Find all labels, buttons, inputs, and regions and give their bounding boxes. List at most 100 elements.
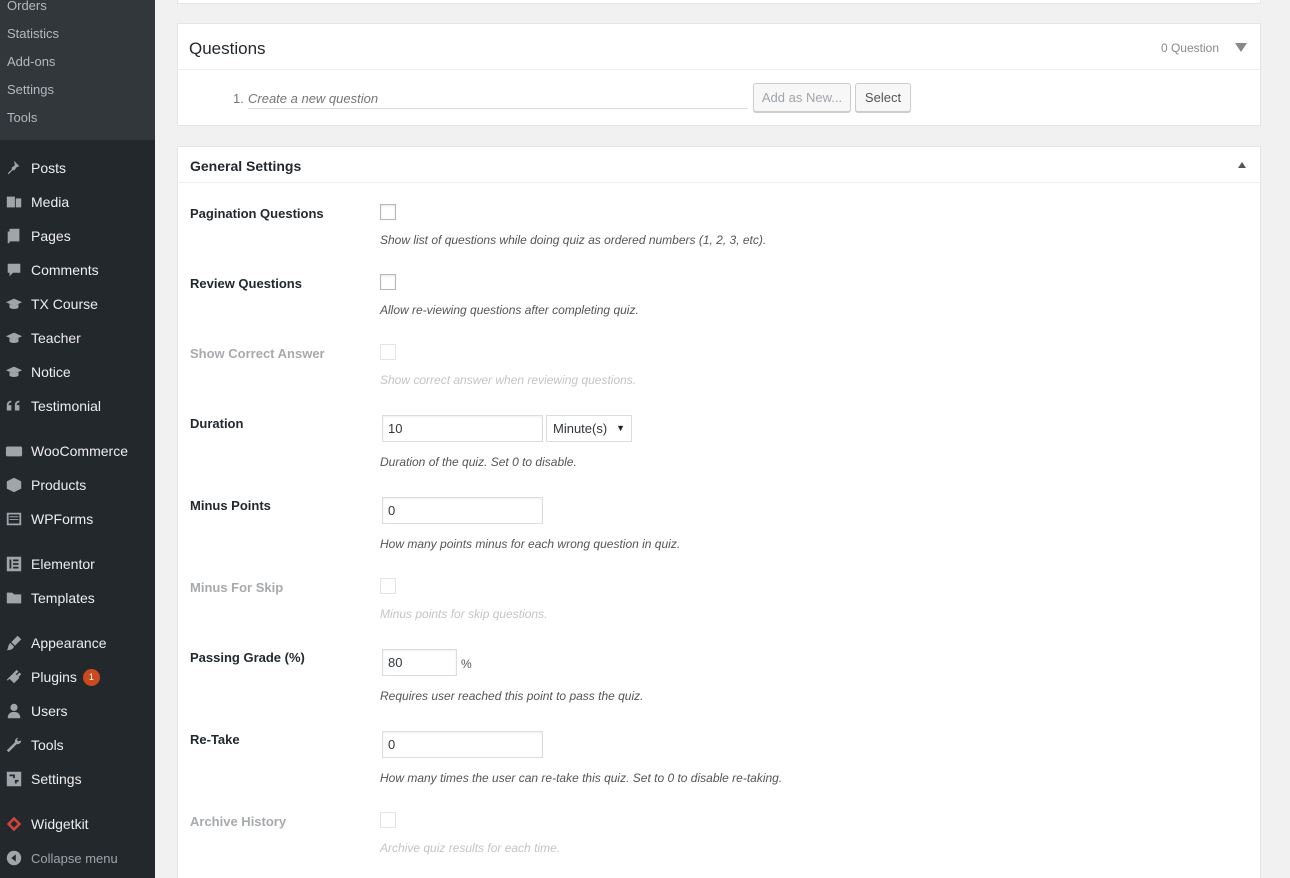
sidebar-item-label: Templates <box>31 590 95 606</box>
caret-up-icon[interactable] <box>1238 162 1246 168</box>
collapse-menu-button[interactable]: Collapse menu <box>0 841 155 875</box>
passing-grade-label: Passing Grade (%) <box>190 650 305 665</box>
questions-title: Questions <box>189 39 266 58</box>
minus-skip-description: Minus points for skip questions. <box>380 607 548 621</box>
review-label: Review Questions <box>190 276 302 291</box>
sidebar-item-tools[interactable]: Tools <box>0 728 155 762</box>
sidebar-item-label: Media <box>31 194 70 210</box>
caret-down-icon[interactable] <box>1235 43 1247 52</box>
dropdown-arrow-icon: ▼ <box>616 423 625 433</box>
pin-icon <box>4 158 24 178</box>
sidebar-item-widgetkit[interactable]: Widgetkit <box>0 807 155 841</box>
questions-header: Questions 0 Question <box>178 24 1260 70</box>
wrench-icon <box>4 735 24 755</box>
archive-history-label: Archive History <box>190 814 287 829</box>
question-number: 1. <box>233 91 244 106</box>
sidebar-item-tx-course[interactable]: TX Course <box>0 287 155 321</box>
sidebar-item-templates[interactable]: Templates <box>0 581 155 615</box>
add-as-new-button[interactable]: Add as New... <box>753 83 851 112</box>
previous-panel-edge <box>177 0 1261 4</box>
sidebar-item-label: Comments <box>31 262 99 278</box>
sidebar-item-comments[interactable]: Comments <box>0 253 155 287</box>
graduation-cap-icon <box>4 294 24 314</box>
select-question-button[interactable]: Select <box>855 83 911 112</box>
sidebar-item-label: WooCommerce <box>31 443 128 459</box>
duration-unit-select[interactable]: Minute(s) ▼ <box>546 415 632 442</box>
minus-points-label: Minus Points <box>190 498 271 513</box>
brush-icon <box>4 633 24 653</box>
box-icon <box>4 475 24 495</box>
sidebar-item-label: Tools <box>31 737 64 753</box>
sidebar-item-media[interactable]: Media <box>0 185 155 219</box>
sidebar-item-label: Products <box>31 477 87 493</box>
submenu: Orders Statistics Add-ons Settings Tools <box>0 0 155 140</box>
general-settings-title: General Settings <box>190 158 302 174</box>
questions-panel: Questions 0 Question 1. Add as New... Se… <box>177 23 1261 126</box>
sidebar-item-label: Notice <box>31 364 71 380</box>
new-question-input[interactable] <box>248 89 748 109</box>
submenu-item-orders[interactable]: Orders <box>0 0 54 19</box>
minus-points-input[interactable] <box>382 497 543 524</box>
collapse-icon <box>4 848 24 868</box>
sidebar-item-notice[interactable]: Notice <box>0 355 155 389</box>
minus-points-description: How many points minus for each wrong que… <box>380 537 681 551</box>
sidebar-item-posts[interactable]: Posts <box>0 151 155 185</box>
quote-icon <box>4 396 24 416</box>
sidebar-item-testimonial[interactable]: Testimonial <box>0 389 155 423</box>
duration-label: Duration <box>190 416 244 431</box>
graduation-cap-icon <box>4 362 24 382</box>
retake-input[interactable] <box>382 731 543 758</box>
plugin-icon <box>4 667 24 687</box>
submenu-item-settings[interactable]: Settings <box>0 77 61 105</box>
show-correct-checkbox[interactable] <box>380 344 396 360</box>
retake-description: How many times the user can re-take this… <box>380 771 783 785</box>
update-count-badge: 1 <box>82 668 100 686</box>
sidebar-item-label: Pages <box>31 228 71 244</box>
duration-description: Duration of the quiz. Set 0 to disable. <box>380 455 577 469</box>
widgetkit-icon <box>4 814 24 834</box>
review-checkbox[interactable] <box>380 274 396 290</box>
sidebar-item-teacher[interactable]: Teacher <box>0 321 155 355</box>
sidebar-item-label: Testimonial <box>31 398 102 414</box>
passing-grade-input[interactable] <box>382 649 457 676</box>
pages-icon <box>4 226 24 246</box>
pagination-label: Pagination Questions <box>190 206 324 221</box>
user-icon <box>4 701 24 721</box>
pagination-checkbox[interactable] <box>380 204 396 220</box>
comment-icon <box>4 260 24 280</box>
submenu-item-tools[interactable]: Tools <box>0 105 44 133</box>
settings-icon <box>4 769 24 789</box>
sidebar-item-label: Users <box>31 703 68 719</box>
archive-history-description: Archive quiz results for each time. <box>380 841 561 855</box>
passing-grade-description: Requires user reached this point to pass… <box>380 689 644 703</box>
folder-icon <box>4 588 24 608</box>
review-description: Allow re-viewing questions after complet… <box>380 303 639 317</box>
sidebar-item-appearance[interactable]: Appearance <box>0 626 155 660</box>
sidebar-item-plugins[interactable]: Plugins 1 <box>0 660 155 694</box>
sidebar-item-label: Settings <box>31 771 82 787</box>
pagination-description: Show list of questions while doing quiz … <box>380 233 767 247</box>
sidebar-item-wpforms[interactable]: WPForms <box>0 502 155 536</box>
show-correct-description: Show correct answer when reviewing quest… <box>380 373 637 387</box>
sidebar-item-label: Appearance <box>31 635 107 651</box>
sidebar-item-label: Widgetkit <box>31 816 89 832</box>
submenu-item-statistics[interactable]: Statistics <box>0 21 66 49</box>
sidebar-item-users[interactable]: Users <box>0 694 155 728</box>
collapse-menu-label: Collapse menu <box>31 850 118 866</box>
submenu-item-addons[interactable]: Add-ons <box>0 49 62 77</box>
sidebar-item-elementor[interactable]: Elementor <box>0 547 155 581</box>
duration-unit-value: Minute(s) <box>553 421 608 436</box>
sidebar-item-products[interactable]: Products <box>0 468 155 502</box>
admin-sidebar: Orders Statistics Add-ons Settings Tools… <box>0 0 155 878</box>
sidebar-item-pages[interactable]: Pages <box>0 219 155 253</box>
woocommerce-icon <box>4 441 24 461</box>
duration-input[interactable] <box>382 415 543 442</box>
sidebar-item-settings[interactable]: Settings <box>0 762 155 796</box>
form-icon <box>4 509 24 529</box>
percent-sign: % <box>461 657 472 671</box>
sidebar-item-woocommerce[interactable]: WooCommerce <box>0 434 155 468</box>
sidebar-item-label: WPForms <box>31 511 94 527</box>
minus-skip-checkbox[interactable] <box>380 578 396 594</box>
new-question-row: 1. Add as New... Select <box>178 70 1260 126</box>
archive-history-checkbox[interactable] <box>380 812 396 828</box>
